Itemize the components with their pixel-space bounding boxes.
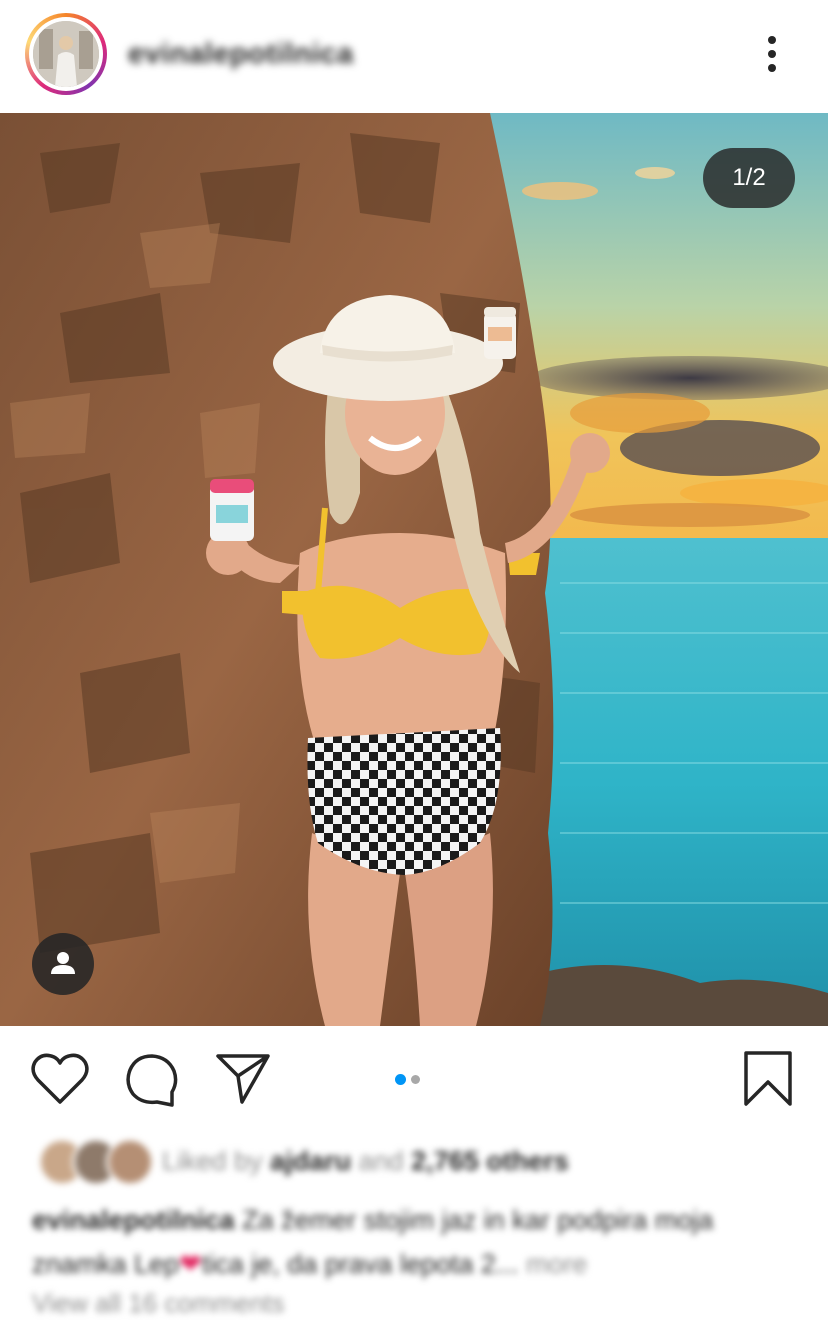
comment-button[interactable] xyxy=(124,1052,180,1113)
action-bar xyxy=(0,1026,828,1131)
avatar xyxy=(106,1138,154,1186)
liker-avatars xyxy=(38,1138,158,1186)
share-button[interactable] xyxy=(214,1052,272,1111)
post-caption: evinalepotilnica Za žemer stojim jaz in … xyxy=(32,1198,792,1286)
likes-and: and xyxy=(358,1146,404,1176)
carousel-dot-active xyxy=(395,1074,406,1086)
carousel-indicator xyxy=(395,1071,425,1086)
caption-username[interactable]: evinalepotilnica xyxy=(32,1205,235,1235)
carousel-dot xyxy=(411,1075,420,1085)
comment-icon xyxy=(126,1054,178,1107)
post-image[interactable]: 1/2 xyxy=(0,113,828,1026)
likes-count[interactable]: 2,765 others xyxy=(411,1146,569,1176)
carousel-counter: 1/2 xyxy=(703,148,795,208)
like-button[interactable] xyxy=(30,1052,90,1111)
post-username[interactable]: evinalepotilnica xyxy=(128,38,354,71)
view-comments-link[interactable]: View all 16 comments xyxy=(32,1288,284,1319)
likes-text: Liked by ajdaru and 2,765 others xyxy=(162,1146,569,1177)
likes-user[interactable]: ajdaru xyxy=(270,1146,351,1176)
caption-text-continued: tica je, da prava lepota 2... xyxy=(201,1249,519,1279)
heart-emoji: ❤ xyxy=(179,1249,202,1279)
save-button[interactable] xyxy=(742,1050,794,1113)
bookmark-icon xyxy=(744,1051,792,1106)
more-options-button[interactable] xyxy=(752,30,792,80)
heart-icon xyxy=(31,1053,89,1104)
post-photo xyxy=(0,113,828,1026)
likes-row[interactable]: Liked by ajdaru and 2,765 others xyxy=(32,1130,792,1190)
likes-prefix: Liked by xyxy=(162,1146,263,1176)
post-header: evinalepotilnica xyxy=(0,0,828,112)
caption-more-link[interactable]: more xyxy=(526,1249,588,1279)
more-vertical-icon xyxy=(768,36,776,72)
profile-avatar[interactable] xyxy=(25,13,107,95)
tagged-users-button[interactable] xyxy=(32,933,94,995)
user-tag-icon xyxy=(51,952,75,974)
share-icon xyxy=(216,1054,270,1104)
